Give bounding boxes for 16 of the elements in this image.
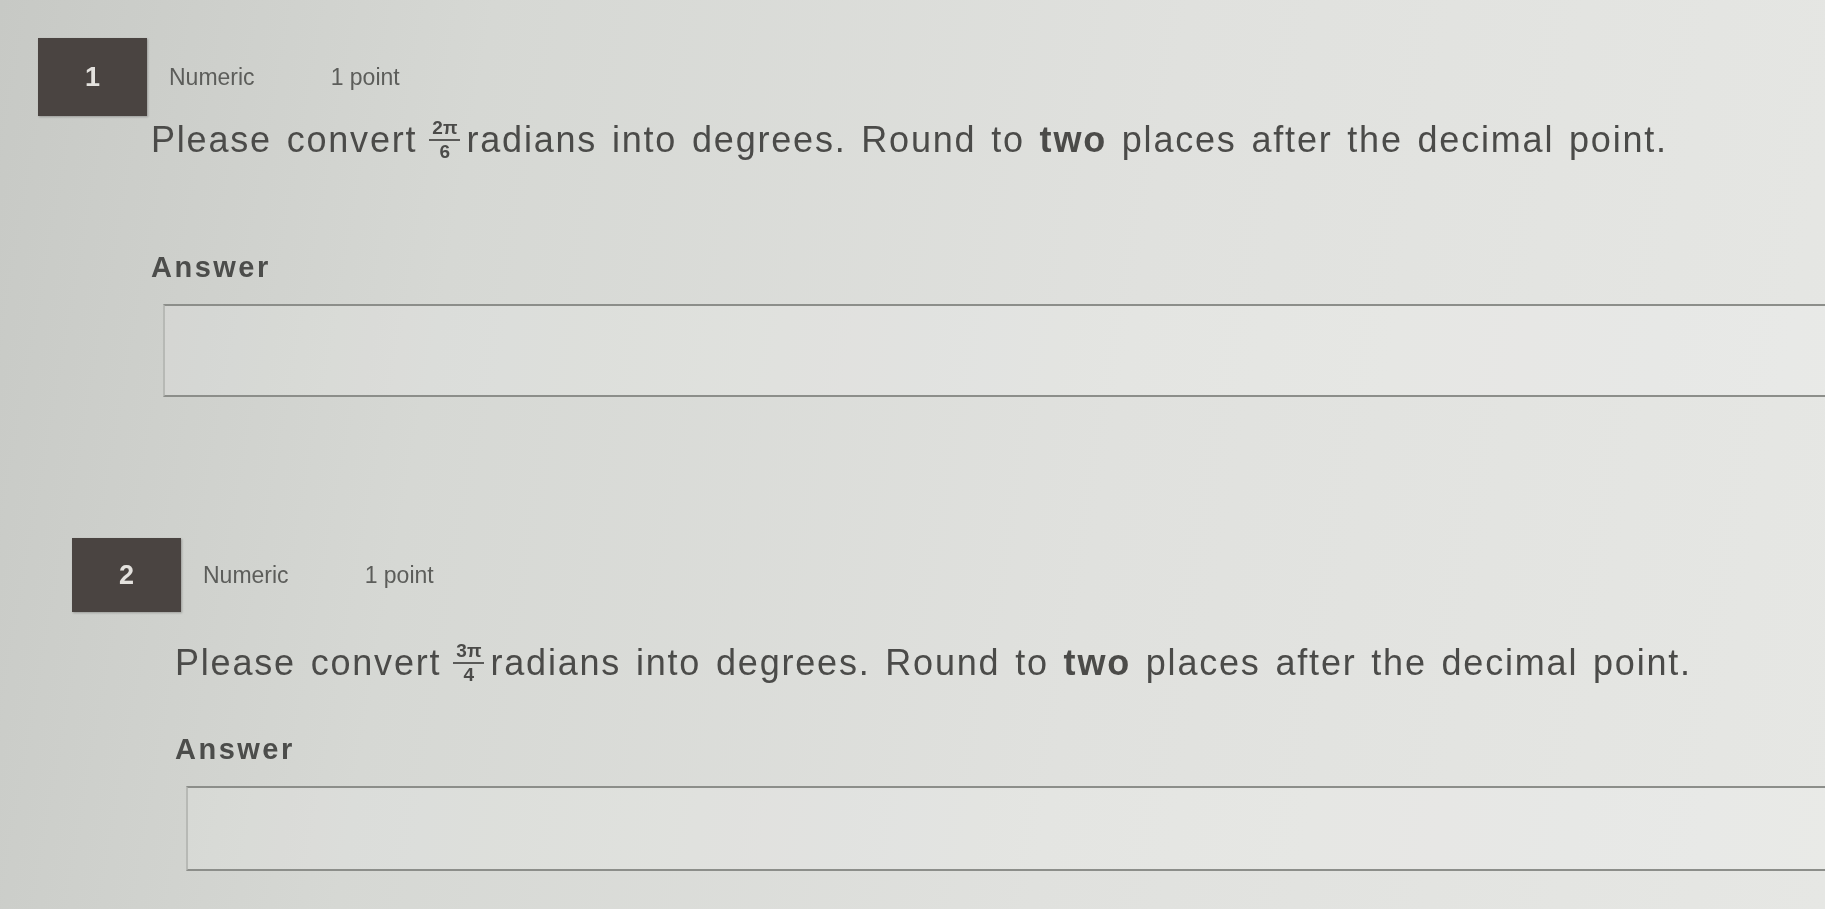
question-points: 1 point bbox=[364, 561, 434, 589]
question-text: Please convert bbox=[151, 119, 418, 161]
answer-label: Answer bbox=[151, 250, 271, 285]
answer-label: Answer bbox=[175, 732, 295, 767]
question-number-badge: 1 bbox=[38, 38, 147, 116]
fraction-expression: 3π 4 bbox=[453, 640, 485, 686]
answer-field[interactable] bbox=[186, 786, 1825, 871]
question-text: radians into degrees. Round to two places after the decimal point. bbox=[466, 119, 1668, 161]
answer-field[interactable] bbox=[163, 304, 1825, 397]
question-type: Numeric bbox=[203, 561, 289, 589]
question-points: 1 point bbox=[330, 63, 400, 91]
question-type: Numeric bbox=[169, 63, 255, 91]
question-text: radians into degrees. Round to two places after the decimal point. bbox=[490, 642, 1692, 684]
question-number-badge: 2 bbox=[72, 538, 181, 612]
fraction-expression: 2π 6 bbox=[429, 117, 461, 163]
question-text: Please convert bbox=[175, 642, 442, 684]
